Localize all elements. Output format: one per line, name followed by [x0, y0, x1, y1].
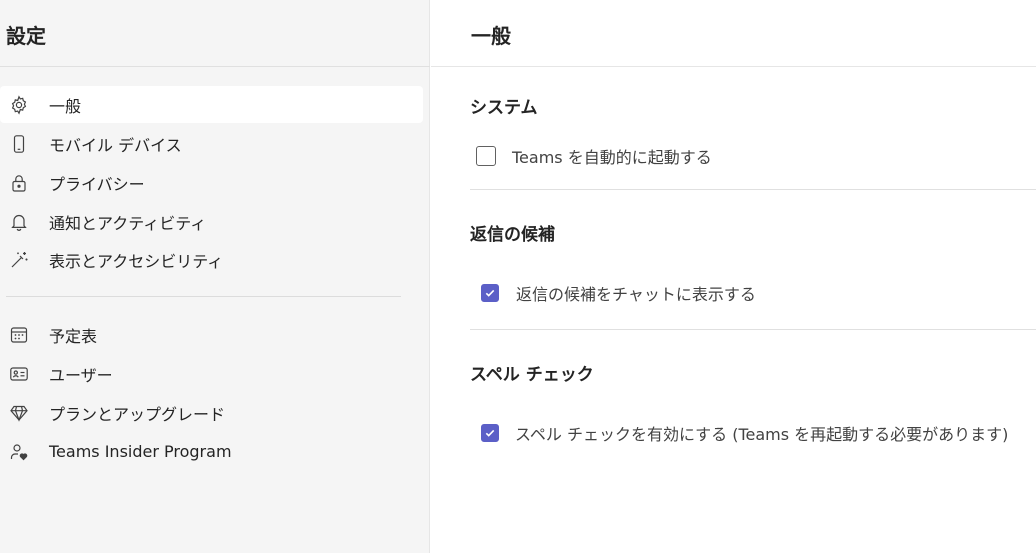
section-divider — [470, 189, 1036, 190]
sidebar-item-label: モバイル デバイス — [49, 135, 182, 155]
sidebar-item-label: 通知とアクティビティ — [49, 213, 207, 233]
calendar-icon — [9, 325, 29, 345]
section-title-spell-check: スペル チェック — [470, 365, 594, 385]
sidebar-item-label: 予定表 — [49, 326, 98, 346]
gear-icon — [9, 95, 29, 115]
mobile-device-icon — [9, 134, 29, 154]
sidebar-item-mobile-devices[interactable]: モバイル デバイス — [0, 125, 423, 162]
spell-check-checkbox[interactable] — [481, 424, 499, 442]
sidebar-item-privacy[interactable]: プライバシー — [0, 164, 423, 201]
suggested-replies-label: 返信の候補をチャットに表示する — [516, 285, 756, 304]
spell-check-option[interactable]: スペル チェックを有効にする (Teams を再起動する必要があります) — [481, 421, 1008, 445]
sidebar-item-insider-program[interactable]: Teams Insider Program — [0, 433, 423, 470]
sidebar-header-divider — [0, 66, 430, 67]
contact-card-icon — [9, 364, 29, 384]
bell-icon — [9, 212, 29, 232]
sidebar-item-label: 一般 — [49, 96, 82, 116]
main-header-divider — [431, 66, 1036, 67]
sidebar-item-label: Teams Insider Program — [49, 442, 232, 461]
auto-start-teams-option[interactable]: Teams を自動的に起動する — [476, 144, 712, 168]
checkmark-icon — [485, 429, 495, 437]
settings-main-panel: 一般 システム Teams を自動的に起動する 返信の候補 返信の候補をチャット… — [431, 0, 1036, 553]
sidebar-item-notifications[interactable]: 通知とアクティビティ — [0, 203, 423, 240]
suggested-replies-option[interactable]: 返信の候補をチャットに表示する — [481, 281, 756, 305]
section-divider — [470, 329, 1036, 330]
sidebar-item-label: 表示とアクセシビリティ — [49, 251, 224, 271]
sidebar-title: 設定 — [6, 24, 46, 48]
sidebar-divider — [6, 296, 401, 297]
checkmark-icon — [485, 289, 495, 297]
diamond-icon — [9, 403, 29, 423]
auto-start-teams-checkbox[interactable] — [476, 146, 496, 166]
sidebar-item-label: プランとアップグレード — [49, 404, 226, 424]
magic-wand-icon — [9, 250, 29, 270]
person-heart-icon — [9, 442, 29, 462]
auto-start-teams-label: Teams を自動的に起動する — [512, 148, 712, 167]
sidebar-item-plans-upgrade[interactable]: プランとアップグレード — [0, 394, 423, 431]
sidebar-item-calendar[interactable]: 予定表 — [0, 316, 423, 353]
sidebar-item-accessibility[interactable]: 表示とアクセシビリティ — [0, 241, 423, 278]
sidebar-item-label: プライバシー — [49, 174, 145, 194]
spell-check-label: スペル チェックを有効にする (Teams を再起動する必要があります) — [515, 425, 1009, 444]
sidebar-item-label: ユーザー — [49, 365, 113, 385]
sidebar-item-users[interactable]: ユーザー — [0, 355, 423, 392]
section-title-system: システム — [470, 98, 538, 118]
settings-sidebar: 設定 一般 モバイル デバイス プライバシー 通知とアクティビティ 表示とアクセ… — [0, 0, 430, 553]
page-title: 一般 — [471, 24, 511, 48]
sidebar-item-general[interactable]: 一般 — [0, 86, 423, 123]
suggested-replies-checkbox[interactable] — [481, 284, 499, 302]
lock-icon — [9, 173, 29, 193]
section-title-suggested-replies: 返信の候補 — [470, 225, 555, 245]
